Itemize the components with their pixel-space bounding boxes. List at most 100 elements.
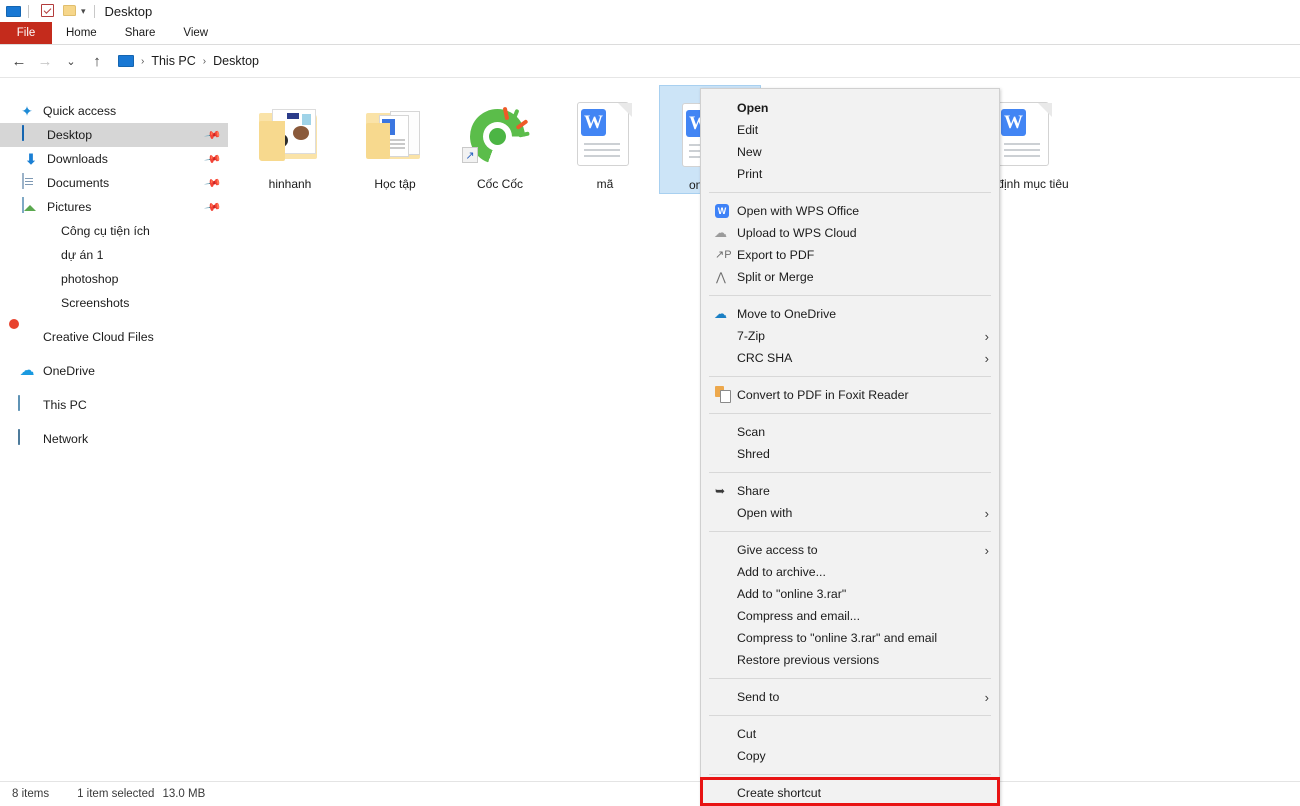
sidebar-item-this-pc[interactable]: This PC (0, 393, 228, 417)
file-item-hoc-tap[interactable]: Học tập (344, 85, 446, 192)
file-item-coccoc[interactable]: ↗ Cốc Cốc (449, 85, 551, 192)
menu-item-send-to[interactable]: Send to › (701, 686, 999, 708)
menu-item-share[interactable]: ➥ Share (701, 480, 999, 502)
file-item-hinhanh[interactable]: hinhanh (239, 85, 341, 192)
folder-icon (36, 270, 54, 288)
menu-item-copy[interactable]: Copy (701, 745, 999, 767)
blank-icon (711, 165, 733, 183)
menu-item-give-access-to[interactable]: Give access to › (701, 539, 999, 561)
menu-item-cut[interactable]: Cut (701, 723, 999, 745)
blank-icon (711, 349, 733, 367)
status-selection: 1 item selected (77, 788, 155, 800)
sidebar-item-downloads[interactable]: ⬇ Downloads 📌 (0, 147, 228, 171)
menu-item-upload-to-wps-cloud[interactable]: ☁ Upload to WPS Cloud (701, 222, 999, 244)
ribbon-tabs: File Home Share View (0, 22, 1300, 45)
tab-share[interactable]: Share (111, 22, 170, 44)
pin-icon[interactable]: 📌 (204, 174, 223, 193)
sidebar-item-du-an-1[interactable]: dự án 1 (0, 243, 228, 267)
sidebar-item-quick-access[interactable]: ✦ Quick access (0, 99, 228, 123)
blank-icon (711, 541, 733, 559)
sidebar-item-label: OneDrive (43, 364, 95, 378)
monitor-icon (22, 125, 40, 144)
menu-item-create-shortcut[interactable]: Create shortcut (701, 782, 999, 804)
blank-icon (711, 725, 733, 743)
menu-item-label: Open with WPS Office (737, 204, 860, 218)
sidebar-item-creative-cloud-files[interactable]: Creative Cloud Files (0, 325, 228, 349)
menu-item-7-zip[interactable]: 7-Zip › (701, 325, 999, 347)
pin-icon[interactable]: 📌 (204, 126, 223, 145)
sidebar-item-cong-cu-tien-ich[interactable]: Công cụ tiện ích (0, 219, 228, 243)
menu-item-compress-to-rar-and-email[interactable]: Compress to "online 3.rar" and email (701, 627, 999, 649)
menu-item-add-to-archive[interactable]: Add to archive... (701, 561, 999, 583)
forward-button[interactable]: → (32, 48, 58, 74)
menu-item-scan[interactable]: Scan (701, 421, 999, 443)
menu-item-edit[interactable]: Edit (701, 119, 999, 141)
shield-icon (711, 445, 733, 463)
export-pdf-icon: ↗P (715, 249, 732, 261)
onedrive-icon: ☁ (714, 306, 727, 321)
breadcrumb-this-pc[interactable]: This PC (151, 54, 195, 68)
sidebar-item-pictures[interactable]: Pictures 📌 (0, 195, 228, 219)
breadcrumb-separator: › (202, 55, 207, 67)
menu-item-label: Compress to "online 3.rar" and email (737, 631, 938, 645)
menu-item-open[interactable]: Open (701, 97, 999, 119)
window-title: Desktop (104, 3, 153, 19)
menu-item-print[interactable]: Print (701, 163, 999, 185)
menu-item-crc-sha[interactable]: CRC SHA › (701, 347, 999, 369)
menu-item-move-to-onedrive[interactable]: ☁ Move to OneDrive (701, 303, 999, 325)
sidebar-item-onedrive[interactable]: ☁ OneDrive (0, 359, 228, 383)
menu-item-export-to-pdf[interactable]: ↗P Export to PDF (701, 244, 999, 266)
menu-item-label: Cut (737, 727, 757, 741)
menu-item-label: Restore previous versions (737, 653, 880, 667)
tab-file[interactable]: File (0, 22, 52, 44)
menu-item-label: Send to (737, 690, 780, 704)
sidebar-item-documents[interactable]: Documents 📌 (0, 171, 228, 195)
sidebar-item-network[interactable]: Network (0, 427, 228, 451)
tab-home[interactable]: Home (52, 22, 111, 44)
sidebar-item-photoshop[interactable]: photoshop (0, 267, 228, 291)
creative-cloud-icon (18, 328, 36, 346)
sidebar-item-label: Pictures (47, 200, 92, 214)
breadcrumb[interactable]: › This PC › Desktop (118, 54, 259, 68)
folder-icon[interactable] (63, 3, 79, 19)
menu-item-add-to-rar[interactable]: Add to "online 3.rar" (701, 583, 999, 605)
chevron-down-icon[interactable]: ▾ (81, 6, 86, 17)
menu-item-label: Open (737, 101, 769, 115)
menu-item-label: Print (737, 167, 763, 181)
breadcrumb-desktop[interactable]: Desktop (213, 54, 259, 68)
monitor-icon (6, 3, 22, 19)
sidebar-item-label: Quick access (43, 104, 117, 118)
pin-icon[interactable]: 📌 (204, 150, 223, 169)
menu-item-label: Add to "online 3.rar" (737, 587, 847, 601)
this-pc-icon (118, 55, 134, 67)
menu-item-compress-and-email[interactable]: Compress and email... (701, 605, 999, 627)
menu-item-convert-to-pdf-in-foxit-reader[interactable]: Convert to PDF in Foxit Reader (701, 384, 999, 406)
file-name-label: Cốc Cốc (476, 177, 523, 191)
menu-item-new[interactable]: New (701, 141, 999, 163)
file-item-ma[interactable]: W mã (554, 85, 656, 192)
pin-icon[interactable]: 📌 (204, 198, 223, 217)
sidebar-item-desktop[interactable]: Desktop 📌 (0, 123, 228, 147)
back-button[interactable]: ← (6, 48, 32, 74)
menu-item-split-or-merge[interactable]: ⋀ Split or Merge (701, 266, 999, 288)
blank-icon (711, 651, 733, 669)
chevron-right-icon: › (984, 350, 989, 366)
title-bar: ▾ Desktop (0, 0, 1300, 22)
menu-item-open-with-wps-office[interactable]: W Open with WPS Office (701, 200, 999, 222)
menu-item-label: Compress and email... (737, 609, 861, 623)
status-size: 13.0 MB (162, 788, 206, 800)
sidebar-item-screenshots[interactable]: Screenshots (0, 291, 228, 315)
recent-locations-button[interactable]: ⌄ (58, 48, 84, 74)
checkbox-icon[interactable] (41, 3, 57, 19)
menu-item-open-with[interactable]: Open with › (701, 502, 999, 524)
folder-icon (36, 222, 54, 240)
menu-item-label: Create shortcut (737, 786, 822, 800)
up-button[interactable]: ↑ (84, 48, 110, 74)
tab-view[interactable]: View (169, 22, 222, 44)
folder-icon (36, 246, 54, 264)
menu-item-shred[interactable]: Shred (701, 443, 999, 465)
winrar-icon (711, 607, 733, 625)
menu-item-label: New (737, 145, 762, 159)
menu-item-restore-previous-versions[interactable]: Restore previous versions (701, 649, 999, 671)
